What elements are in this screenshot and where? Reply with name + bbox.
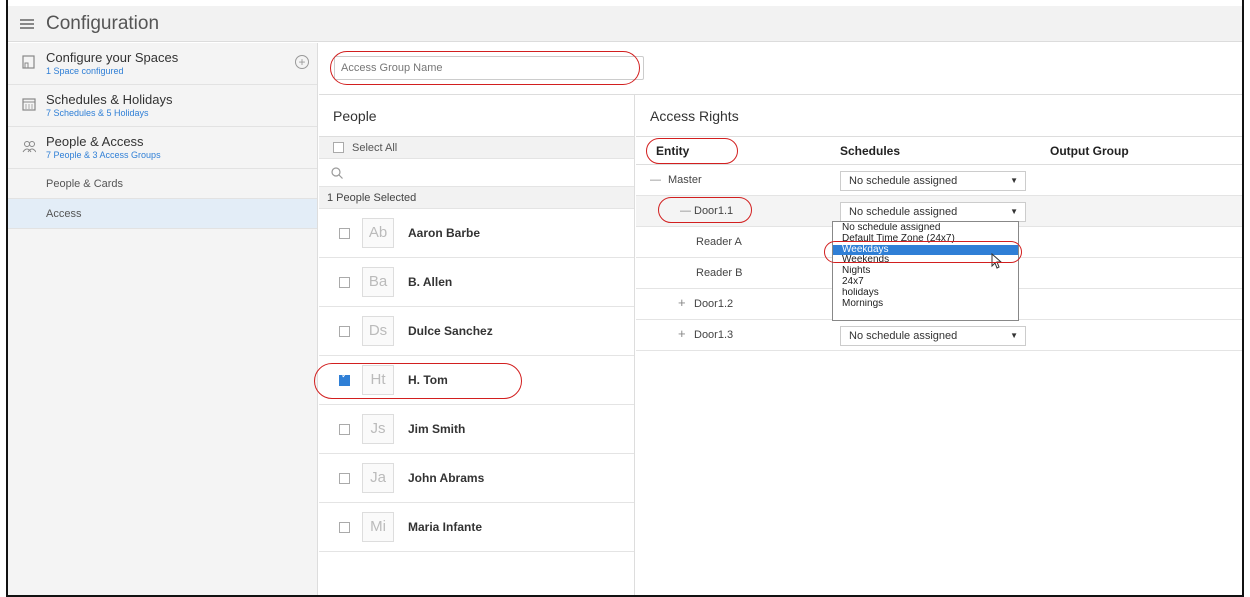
people-search[interactable] xyxy=(319,159,634,187)
entity-label: Door1.3 xyxy=(694,329,734,341)
sidebar-item-subtitle: 7 People & 3 Access Groups xyxy=(46,150,161,160)
person-checkbox[interactable] xyxy=(339,472,350,484)
people-title: People xyxy=(319,95,634,137)
person-checkbox[interactable] xyxy=(339,325,350,337)
schedule-select-open[interactable]: No schedule assigned ▼ xyxy=(840,202,1026,222)
list-item[interactable]: Ab Aaron Barbe xyxy=(319,209,634,258)
select-all-row[interactable]: Select All xyxy=(319,137,634,159)
sidebar-subitem-people-cards[interactable]: People & Cards xyxy=(8,169,317,199)
column-header-schedules[interactable]: Schedules xyxy=(840,137,900,165)
avatar: Ba xyxy=(362,267,394,297)
people-panel: People Select All 1 People Selected Ab A… xyxy=(319,95,635,595)
app-header: Configuration xyxy=(8,6,1242,42)
person-checkbox-checked[interactable] xyxy=(339,370,350,386)
person-name: Dulce Sanchez xyxy=(408,324,493,338)
calendar-icon xyxy=(22,98,36,111)
person-name: B. Allen xyxy=(408,275,453,289)
avatar: Mi xyxy=(362,512,394,542)
table-row[interactable]: + Door1.3 No schedule assigned ▼ xyxy=(636,320,1242,351)
people-icon xyxy=(22,141,36,153)
selected-count: 1 People Selected xyxy=(319,187,634,209)
person-checkbox[interactable] xyxy=(339,227,350,239)
sidebar-item-schedules[interactable]: Schedules & Holidays 7 Schedules & 5 Hol… xyxy=(8,85,317,127)
page-title: Configuration xyxy=(46,12,160,34)
avatar: Js xyxy=(362,414,394,444)
list-item[interactable]: Ds Dulce Sanchez xyxy=(319,307,634,356)
schedule-dropdown-list[interactable]: No schedule assigned Default Time Zone (… xyxy=(832,221,1019,321)
sidebar: Configure your Spaces 1 Space configured… xyxy=(8,43,318,595)
avatar: Ab xyxy=(362,218,394,248)
list-item[interactable]: Ja John Abrams xyxy=(319,454,634,503)
sidebar-subitem-access[interactable]: Access xyxy=(8,199,317,229)
person-name: Aaron Barbe xyxy=(408,226,481,240)
app-frame: Configuration Configure your Spaces 1 Sp… xyxy=(6,0,1244,597)
sidebar-item-people-access[interactable]: People & Access 7 People & 3 Access Grou… xyxy=(8,127,317,169)
column-header-entity[interactable]: Entity xyxy=(656,137,689,165)
entity-label: Master xyxy=(668,174,702,186)
avatar: Ht xyxy=(362,365,394,395)
entity-label: Reader A xyxy=(696,236,742,248)
building-icon xyxy=(22,55,35,69)
sidebar-item-title: Schedules & Holidays xyxy=(46,92,173,107)
collapse-icon[interactable]: — xyxy=(680,205,691,217)
column-headers: Entity Schedules Output Group xyxy=(636,137,1242,165)
table-row[interactable]: — Master No schedule assigned ▼ xyxy=(636,165,1242,196)
person-checkbox[interactable] xyxy=(339,521,350,533)
chevron-down-icon: ▼ xyxy=(1010,207,1018,216)
person-name: Jim Smith xyxy=(408,422,466,436)
avatar: Ds xyxy=(362,316,394,346)
list-item[interactable]: Js Jim Smith xyxy=(319,405,634,454)
entity-label: Door1.2 xyxy=(694,298,734,310)
sidebar-item-title: People & Access xyxy=(46,134,144,149)
person-name: Maria Infante xyxy=(408,520,483,534)
person-checkbox[interactable] xyxy=(339,276,350,288)
schedule-select[interactable]: No schedule assigned ▼ xyxy=(840,171,1026,191)
access-group-name-input[interactable] xyxy=(334,56,644,80)
list-item[interactable]: Mi Maria Infante xyxy=(319,503,634,552)
person-name: H. Tom xyxy=(408,373,448,387)
avatar: Ja xyxy=(362,463,394,493)
schedule-select-value: No schedule assigned xyxy=(849,330,958,342)
hamburger-icon[interactable] xyxy=(20,18,34,29)
sidebar-item-subtitle: 7 Schedules & 5 Holidays xyxy=(46,108,149,118)
sidebar-item-subtitle: 1 Space configured xyxy=(46,66,124,76)
schedule-select-value: No schedule assigned xyxy=(849,175,958,187)
access-rights-panel: Access Rights Entity Schedules Output Gr… xyxy=(636,95,1242,595)
chevron-down-icon: ▼ xyxy=(1010,331,1018,340)
dropdown-option[interactable]: Default Time Zone (24x7) xyxy=(833,234,1018,245)
entity-label: Door1.1 xyxy=(694,205,734,217)
group-name-row xyxy=(319,43,1242,95)
entity-label: Reader B xyxy=(696,267,743,279)
chevron-down-icon: ▼ xyxy=(1010,176,1018,185)
search-icon xyxy=(331,166,343,179)
expand-icon[interactable]: + xyxy=(678,326,686,341)
select-all-label: Select All xyxy=(352,141,398,154)
column-header-output-group[interactable]: Output Group xyxy=(1050,137,1129,165)
sidebar-item-title: Configure your Spaces xyxy=(46,50,179,65)
access-rights-title: Access Rights xyxy=(636,95,1242,137)
schedule-select-value: No schedule assigned xyxy=(849,206,958,218)
list-item[interactable]: Ht H. Tom xyxy=(319,356,634,405)
person-checkbox[interactable] xyxy=(339,423,350,435)
schedule-select[interactable]: No schedule assigned ▼ xyxy=(840,326,1026,346)
select-all-checkbox[interactable] xyxy=(333,142,344,153)
person-name: John Abrams xyxy=(408,471,485,485)
dropdown-option[interactable]: 24x7 xyxy=(833,277,1018,288)
expand-icon[interactable]: + xyxy=(678,295,686,310)
dropdown-option[interactable]: No schedule assigned xyxy=(833,223,1018,234)
dropdown-option[interactable]: holidays xyxy=(833,288,1018,299)
list-item[interactable]: Ba B. Allen xyxy=(319,258,634,307)
dropdown-option[interactable]: Mornings xyxy=(833,299,1018,310)
add-space-icon[interactable]: + xyxy=(295,55,309,69)
mouse-cursor-icon xyxy=(991,253,1003,269)
sidebar-item-spaces[interactable]: Configure your Spaces 1 Space configured… xyxy=(8,43,317,85)
collapse-icon[interactable]: — xyxy=(650,174,661,186)
